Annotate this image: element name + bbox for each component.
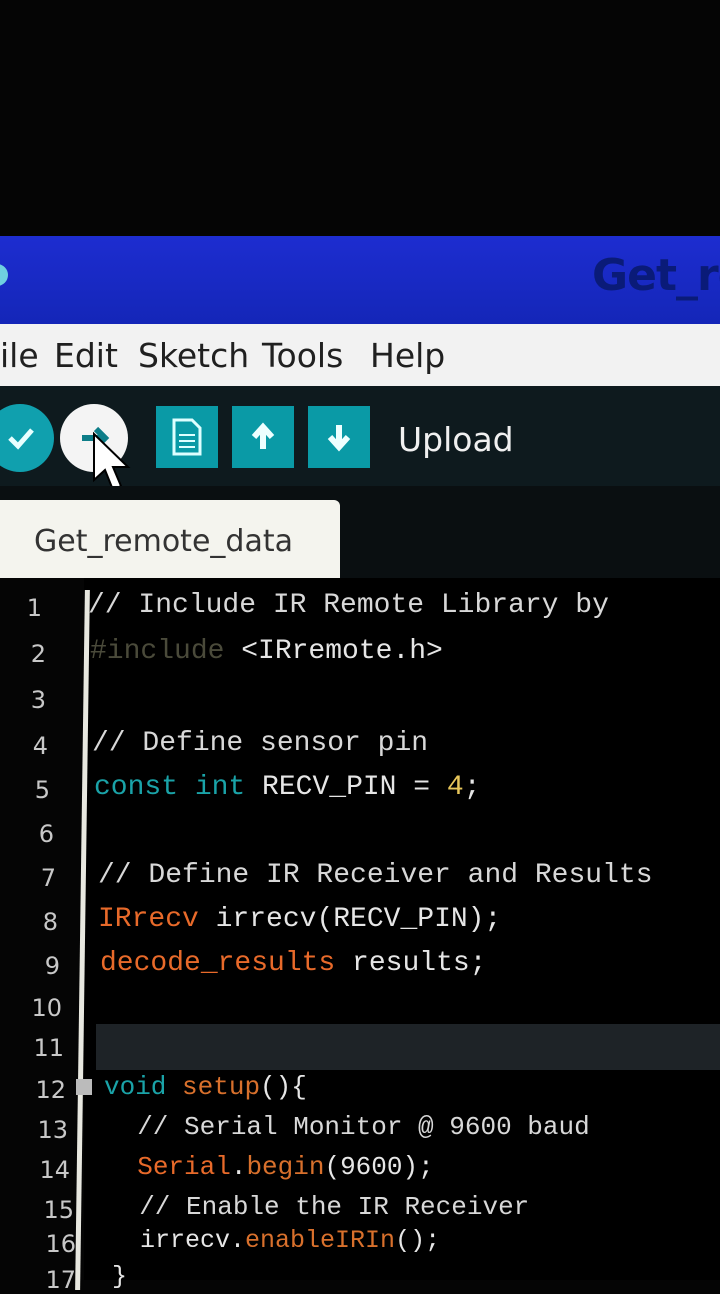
code-token: #include (90, 636, 225, 667)
menu-edit[interactable]: Edit (54, 336, 118, 375)
arrow-down-icon (327, 425, 351, 452)
code-token: } (112, 1262, 128, 1291)
line-number: 16 (45, 1230, 76, 1258)
line-number: 7 (40, 864, 56, 892)
line-number: 3 (30, 686, 46, 714)
fold-toggle-icon[interactable] (76, 1079, 92, 1095)
code-token: RECV_PIN = (245, 772, 447, 803)
code-line: decode_results results; (100, 948, 486, 979)
code-line: Serial.begin(9600); (106, 1152, 434, 1182)
code-token: (){ (260, 1072, 307, 1102)
code-token: IRrecv (98, 904, 199, 935)
code-line: } (112, 1262, 127, 1291)
code-token: irrecv(RECV_PIN); (198, 904, 502, 935)
line-number: 8 (42, 908, 58, 936)
code-line: const int RECV_PIN = 4; (94, 772, 481, 803)
code-line: // Include IR Remote Library by (88, 590, 626, 621)
code-line: // Serial Monitor @ 9600 baud (106, 1112, 590, 1142)
menu-sketch[interactable]: Sketch (138, 336, 249, 375)
code-token: 4 (446, 772, 464, 803)
line-number: 11 (33, 1034, 64, 1062)
code-line: IRrecv irrecv(RECV_PIN); (98, 904, 501, 935)
code-line: // Enable the IR Receiver (108, 1192, 529, 1222)
save-button[interactable] (308, 406, 370, 468)
line-number: 2 (30, 640, 46, 668)
line-number: 10 (31, 994, 62, 1022)
code-token: Serial (137, 1152, 231, 1182)
code-token: setup (182, 1072, 261, 1102)
code-line: irrecv.enableIRIn(); (110, 1226, 440, 1255)
line-number: 4 (32, 732, 48, 760)
code-token: int (194, 772, 246, 803)
code-token: (9600); (324, 1152, 434, 1182)
code-token: void (104, 1072, 167, 1102)
code-line: void setup(){ (104, 1072, 307, 1102)
line-number: 14 (39, 1156, 70, 1184)
line-number: 6 (38, 820, 54, 848)
window-title: Get_re (592, 250, 720, 301)
document-icon (172, 418, 202, 456)
menu-help[interactable]: Help (370, 336, 445, 375)
open-button[interactable] (232, 406, 294, 468)
line-number: 12 (35, 1076, 66, 1104)
line-number: 15 (43, 1196, 74, 1224)
code-line: #include <IRremote.h> (90, 636, 443, 667)
code-token: results; (335, 948, 487, 979)
new-button[interactable] (156, 406, 218, 468)
line-number: 17 (45, 1266, 76, 1294)
code-token: . (230, 1152, 247, 1182)
toolbar-status-label: Upload (398, 420, 514, 459)
line-number: 13 (37, 1116, 68, 1144)
code-token: <IRremote.h> (224, 636, 443, 667)
code-line: // Define sensor pin (92, 728, 428, 759)
menu-file[interactable]: ile (0, 336, 39, 375)
code-token: // Define sensor pin (92, 728, 429, 759)
code-token: ; (463, 772, 481, 803)
code-token: irrecv. (110, 1226, 246, 1255)
code-token: const (94, 772, 179, 803)
line-number: 1 (26, 594, 42, 622)
code-token: // Define IR Receiver and Results (98, 860, 653, 891)
line-number: 9 (44, 952, 60, 980)
code-line: // Define IR Receiver and Results (98, 860, 653, 891)
code-token: decode_results (100, 948, 336, 979)
line-number: 5 (34, 776, 50, 804)
code-token: // Include IR Remote Library by (88, 590, 626, 621)
check-icon (8, 428, 34, 450)
code-token: (); (395, 1226, 441, 1255)
arrow-up-icon (251, 422, 275, 449)
code-token: // Serial Monitor @ 9600 baud (106, 1112, 590, 1142)
code-token: begin (246, 1152, 325, 1182)
code-token: enableIRIn (245, 1226, 396, 1255)
code-token: // Enable the IR Receiver (108, 1192, 530, 1222)
menu-tools[interactable]: Tools (262, 336, 343, 375)
tab-sketch-label: Get_remote_data (34, 524, 293, 559)
current-line-highlight (96, 1024, 720, 1070)
